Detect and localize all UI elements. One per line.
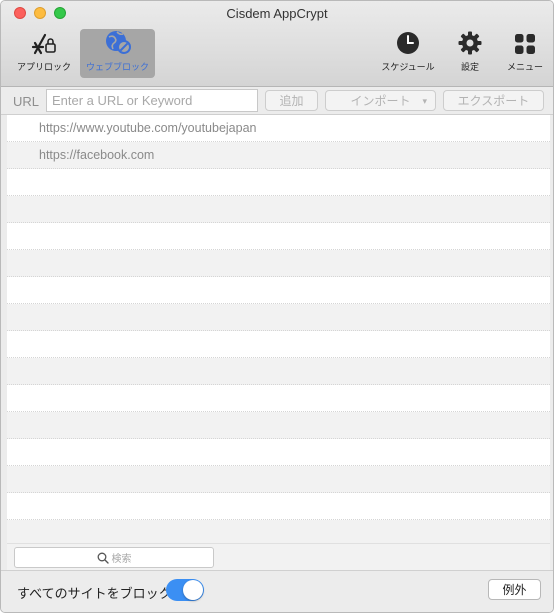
search-icon (97, 552, 109, 564)
exceptions-button[interactable]: 例外 (488, 579, 541, 600)
app-window: Cisdem AppCrypt アプリロック ウェブブロック スケジュール 設定… (0, 0, 554, 613)
toolbar-menu[interactable]: メニュー (503, 29, 547, 79)
import-label: インポート (350, 94, 411, 108)
toolbar-web-block[interactable]: ウェブブロック (80, 29, 155, 78)
url-input[interactable] (46, 89, 258, 112)
list-item[interactable] (7, 439, 550, 466)
blocked-url-list: https://www.youtube.com/youtubejapan http… (7, 115, 550, 543)
list-item[interactable] (7, 169, 550, 196)
toolbar-app-lock[interactable]: アプリロック (12, 29, 76, 79)
list-item[interactable] (7, 520, 550, 543)
url-label: URL (13, 94, 40, 109)
bottom-bar: すべてのサイトをブロック 例外 (1, 570, 553, 612)
list-item[interactable] (7, 304, 550, 331)
search-input[interactable]: 検索 (14, 547, 214, 568)
search-placeholder: 検索 (111, 554, 132, 565)
list-item[interactable]: https://facebook.com (7, 142, 550, 169)
export-button[interactable]: エクスポート (443, 90, 544, 111)
list-item[interactable] (7, 277, 550, 304)
grid-menu-icon (514, 29, 536, 55)
list-item[interactable] (7, 493, 550, 520)
list-item[interactable] (7, 385, 550, 412)
list-item[interactable] (7, 196, 550, 223)
titlebar: Cisdem AppCrypt アプリロック ウェブブロック スケジュール 設定… (1, 1, 553, 87)
toolbar-web-block-label: ウェブブロック (85, 62, 149, 72)
list-item[interactable] (7, 412, 550, 439)
search-area: 検索 (7, 543, 550, 570)
import-dropdown[interactable]: インポート ▾ (325, 90, 436, 111)
list-item[interactable] (7, 331, 550, 358)
toolbar-settings-label: 設定 (460, 62, 479, 72)
toolbar-settings[interactable]: 設定 (448, 29, 492, 79)
toolbar-schedule[interactable]: スケジュール (377, 29, 439, 79)
toggle-knob (183, 580, 203, 600)
gear-icon (458, 29, 482, 55)
clock-icon (396, 29, 420, 55)
url-bar: URL 追加 インポート ▾ エクスポート (1, 87, 553, 115)
add-button[interactable]: 追加 (265, 90, 318, 111)
web-block-icon (103, 29, 133, 55)
list-item[interactable]: https://www.youtube.com/youtubejapan (7, 115, 550, 142)
list-item[interactable] (7, 250, 550, 277)
block-all-label: すべてのサイトをブロック (17, 586, 172, 601)
chevron-down-icon: ▾ (422, 96, 427, 106)
window-title: Cisdem AppCrypt (226, 6, 328, 21)
toolbar-menu-label: メニュー (506, 62, 543, 72)
toolbar-app-lock-label: アプリロック (16, 62, 71, 72)
list-item[interactable] (7, 223, 550, 250)
toolbar-schedule-label: スケジュール (381, 62, 435, 72)
list-item[interactable] (7, 466, 550, 493)
app-lock-icon (29, 29, 59, 55)
block-all-toggle[interactable] (166, 579, 204, 601)
list-item[interactable] (7, 358, 550, 385)
